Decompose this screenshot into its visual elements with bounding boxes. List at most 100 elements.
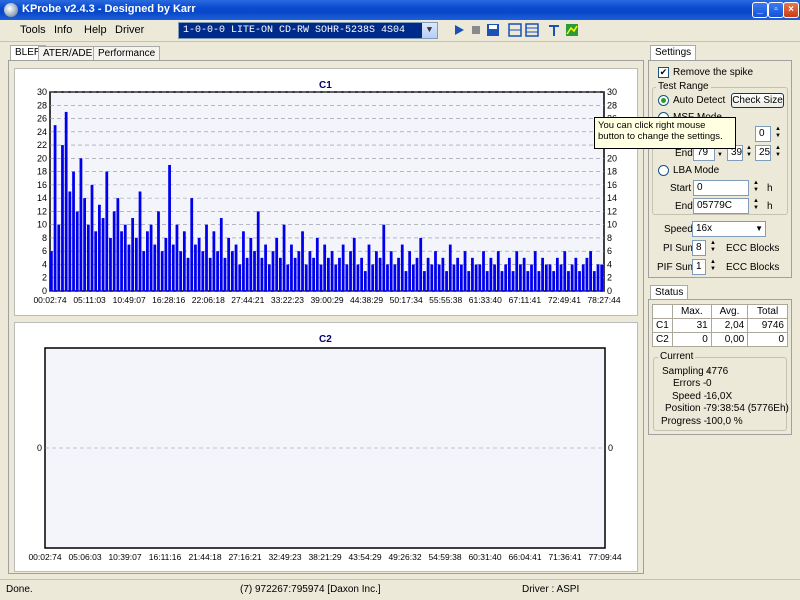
c1-x-tick-label: 27:44:21 <box>231 295 264 305</box>
c1-bar <box>419 237 423 291</box>
c1-bar <box>345 264 349 291</box>
msf-end-seconds-spinner[interactable]: ▲ ▼ <box>744 145 754 161</box>
tab-status[interactable]: Status <box>650 285 689 299</box>
c1-y-tick-label: 8 <box>42 233 47 243</box>
c1-bar <box>441 257 445 291</box>
c2-x-tick-label: 60:31:40 <box>468 552 501 562</box>
c1-chart[interactable]: 0022446688101012121414161618182020222224… <box>14 68 638 316</box>
msf-end-frames-spinner[interactable]: ▲ ▼ <box>773 145 783 161</box>
window-icon[interactable] <box>525 23 539 37</box>
lba-end-spinner[interactable]: ▲ ▼ <box>751 198 761 214</box>
c1-bar <box>315 237 319 291</box>
c1-bar <box>570 264 574 291</box>
c1-bar <box>164 237 168 291</box>
c1-bar <box>149 224 153 291</box>
status-drive-info: (7) 972267:795974 [Daxon Inc.] <box>240 584 381 595</box>
drive-select[interactable]: 1-0-0-0 LITE-ON CD-RW SOHR-5238S 4S04 ▼ <box>178 22 438 39</box>
pif-sum-spinner[interactable]: ▲ ▼ <box>708 259 718 275</box>
c1-bar <box>105 171 109 291</box>
c1-bar <box>589 251 592 291</box>
menu-info[interactable]: Info <box>54 24 72 36</box>
pi-sum-field[interactable]: 8 <box>692 240 706 256</box>
progress-label: Progress - <box>661 416 708 427</box>
c1-y-tick-label-right: 16 <box>607 180 617 190</box>
c1-bar <box>157 211 160 291</box>
c1-bar <box>323 244 327 291</box>
c1-bar <box>205 224 208 291</box>
c1-x-tick-label: 05:11:03 <box>73 295 106 305</box>
current-speed-label: Speed - <box>672 391 708 402</box>
c1-bar <box>216 251 219 291</box>
errors-value: 0 <box>706 378 712 389</box>
lba-mode-radio[interactable] <box>658 165 669 176</box>
c1-bar <box>249 237 253 291</box>
pi-sum-unit: ECC Blocks <box>726 243 780 254</box>
c1-bar <box>304 264 308 291</box>
lba-end-field[interactable]: 05779C <box>693 198 749 214</box>
c1-y-tick-label: 28 <box>37 100 47 110</box>
table-header: Max. <box>671 304 712 319</box>
c1-bar <box>434 251 437 291</box>
c2-chart[interactable]: 0 0 00:02:74 05:06:03 10:39:07 16:11:16 21:44:… <box>14 322 638 572</box>
c1-bar <box>297 251 301 291</box>
auto-detect-radio[interactable] <box>658 95 669 106</box>
c2-x-tick-label: 66:04:41 <box>508 552 541 562</box>
c1-y-tick-label: 6 <box>42 246 47 256</box>
tab-settings[interactable]: Settings <box>650 45 697 61</box>
maximize-button[interactable]: ▫ <box>768 2 784 18</box>
layout-icon[interactable] <box>508 23 522 37</box>
c1-bar <box>50 251 53 291</box>
window-title: KProbe v2.4.3 - Designed by Karr <box>22 3 196 15</box>
stop-icon[interactable] <box>469 23 483 37</box>
c1-bar <box>186 257 190 291</box>
c1-bar <box>338 257 341 291</box>
pif-sum-field[interactable]: 1 <box>692 259 706 275</box>
c1-bar <box>541 257 544 291</box>
pi-sum-spinner[interactable]: ▲ ▼ <box>708 240 718 256</box>
save-icon[interactable] <box>486 23 500 37</box>
menu-help[interactable]: Help <box>84 24 107 36</box>
msf-start-seconds-spinner[interactable]: ▲ ▼ <box>773 126 783 142</box>
c1-bar <box>430 264 434 291</box>
c1-bar <box>375 251 378 291</box>
c1-bar <box>489 257 493 291</box>
c1-bar <box>282 224 286 291</box>
tab-performance[interactable]: Performance <box>93 46 161 60</box>
msf-end-frames-field[interactable]: 25 <box>755 145 771 161</box>
c1-bar <box>530 264 533 291</box>
antenna-icon[interactable] <box>547 23 561 37</box>
table-cell <box>652 304 673 319</box>
minimize-button[interactable]: _ <box>752 2 768 18</box>
menu-tools[interactable]: Tools <box>20 24 46 36</box>
c1-bar <box>363 271 367 291</box>
lba-start-label: Start <box>670 183 692 194</box>
chevron-down-icon[interactable]: ▼ <box>755 222 763 236</box>
lba-start-spinner[interactable]: ▲ ▼ <box>751 180 761 196</box>
current-label: Current <box>658 351 696 362</box>
c1-bar <box>83 198 87 291</box>
close-button[interactable]: × <box>783 2 799 18</box>
c1-y-tick-label: 18 <box>37 167 47 177</box>
remove-spike-checkbox[interactable]: ✔ <box>658 67 669 78</box>
msf-start-seconds-field[interactable]: 0 <box>755 126 771 142</box>
speed-select[interactable]: 16x ▼ <box>692 221 766 237</box>
table-header: Total <box>747 304 788 319</box>
c1-bar <box>90 184 94 291</box>
c1-bar <box>544 264 548 291</box>
play-icon[interactable] <box>452 23 466 37</box>
c1-bar <box>72 171 75 291</box>
lba-start-field[interactable]: 0 <box>693 180 749 196</box>
c1-bar <box>341 244 345 291</box>
chevron-down-icon[interactable]: ▼ <box>422 23 437 38</box>
chart-icon[interactable] <box>565 23 579 37</box>
c1-bar <box>61 145 64 291</box>
c1-bar <box>552 271 556 291</box>
c1-bar <box>400 244 404 291</box>
c1-bar <box>474 264 478 291</box>
check-size-button[interactable]: Check Size <box>731 93 784 108</box>
c1-x-tick-label: 16:28:16 <box>152 295 185 305</box>
menu-driver[interactable]: Driver <box>115 24 144 36</box>
c1-bar <box>256 211 260 291</box>
c2-y-tick-label-right: 0 <box>608 443 613 453</box>
c1-bar <box>101 218 105 291</box>
